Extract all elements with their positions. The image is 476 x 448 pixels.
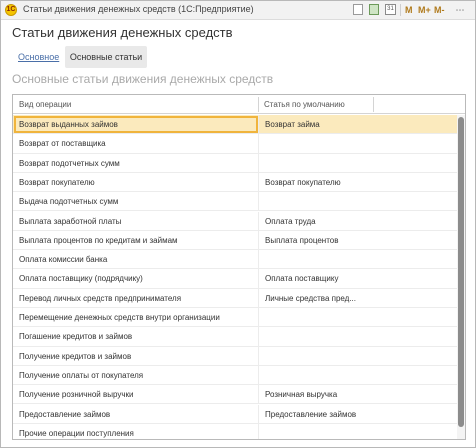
- table-row[interactable]: Предоставление займов Предоставление займ…: [13, 404, 457, 424]
- window-title: Статьи движения денежных средств (1С:Пре…: [23, 4, 254, 14]
- operation-cell[interactable]: Получение оплаты от покупателя: [13, 366, 258, 385]
- column-header-operation[interactable]: Вид операции: [13, 95, 258, 114]
- operation-cell[interactable]: Прочие операции поступления: [13, 424, 258, 439]
- article-cell[interactable]: [258, 250, 373, 270]
- operation-cell[interactable]: Перемещение денежных средств внутри орга…: [13, 308, 258, 327]
- table-row[interactable]: Погашение кредитов и займов: [13, 327, 457, 347]
- memory-minus-button[interactable]: M-: [434, 4, 445, 16]
- operation-cell[interactable]: Получение розничной выручки: [13, 385, 258, 404]
- operation-cell[interactable]: Возврат от поставщика: [13, 134, 258, 153]
- articles-table: Вид операции Статья по умолчанию Возврат…: [12, 94, 466, 440]
- calculator-icon[interactable]: [369, 4, 379, 15]
- article-cell[interactable]: [258, 134, 373, 154]
- article-cell[interactable]: [258, 423, 373, 439]
- table-body: Возврат выданных займов Возврат займа Возв…: [13, 115, 457, 439]
- tab-main-articles[interactable]: Основные статьи: [65, 46, 147, 68]
- operation-cell[interactable]: Перевод личных средств предпринимателя: [13, 289, 258, 308]
- table-row[interactable]: Получение кредитов и займов: [13, 346, 457, 366]
- vertical-scrollbar[interactable]: [457, 115, 465, 439]
- operation-cell[interactable]: Выплата заработной платы: [13, 212, 258, 231]
- more-menu-button[interactable]: ⋯: [453, 4, 467, 16]
- table-row[interactable]: Возврат выданных займов Возврат займа: [13, 115, 457, 135]
- table-row[interactable]: Оплата комиссии банка: [13, 250, 457, 270]
- operation-cell[interactable]: Получение кредитов и займов: [13, 347, 258, 366]
- table-row[interactable]: Возврат подотчетных сумм: [13, 153, 457, 173]
- article-cell[interactable]: [258, 153, 373, 173]
- article-cell[interactable]: Выплата процентов: [258, 230, 373, 250]
- operation-cell[interactable]: Погашение кредитов и займов: [13, 327, 258, 346]
- table-row[interactable]: Возврат покупателю Возврат покупателю: [13, 172, 457, 193]
- operation-cell[interactable]: Возврат выданных займов: [13, 115, 258, 134]
- group-title: Основные статьи движения денежных средст…: [12, 72, 274, 86]
- calendar-icon[interactable]: 31: [385, 4, 396, 15]
- article-cell[interactable]: Возврат покупателю: [258, 172, 373, 192]
- column-header-article[interactable]: Статья по умолчанию: [258, 95, 373, 114]
- article-cell[interactable]: [258, 192, 373, 212]
- table-row[interactable]: Выплата заработной платы Оплата труда: [13, 211, 457, 231]
- operation-cell[interactable]: Выдача подотчетных сумм: [13, 192, 258, 211]
- article-cell[interactable]: Розничная выручка: [258, 385, 373, 405]
- operation-cell[interactable]: Оплата поставщику (подрядчику): [13, 269, 258, 288]
- article-cell[interactable]: Оплата поставщику: [258, 269, 373, 289]
- article-cell[interactable]: [258, 365, 373, 385]
- document-icon[interactable]: [353, 4, 363, 15]
- operation-cell[interactable]: Предоставление займов: [13, 405, 258, 424]
- memory-plus-button[interactable]: M+: [418, 4, 431, 16]
- table-header: Вид операции Статья по умолчанию: [13, 95, 465, 114]
- article-cell[interactable]: [258, 346, 373, 366]
- app-window: 1C Статьи движения денежных средств (1С:…: [0, 0, 476, 448]
- table-row[interactable]: Выплата процентов по кредитам и займам Вы…: [13, 230, 457, 251]
- operation-cell[interactable]: Возврат покупателю: [13, 173, 258, 192]
- article-cell[interactable]: [258, 327, 373, 347]
- table-row[interactable]: Возврат от поставщика: [13, 134, 457, 154]
- memory-button[interactable]: M: [405, 4, 413, 16]
- article-cell[interactable]: Оплата труда: [258, 211, 373, 231]
- tab-main[interactable]: Основное: [18, 52, 59, 62]
- table-row[interactable]: Прочие операции поступления: [13, 423, 457, 439]
- operation-cell[interactable]: Выплата процентов по кредитам и займам: [13, 231, 258, 250]
- article-cell[interactable]: Возврат займа: [258, 115, 373, 134]
- title-bar: 1C Статьи движения денежных средств (1С:…: [1, 1, 475, 20]
- scrollbar-thumb[interactable]: [458, 117, 464, 427]
- article-cell[interactable]: [258, 308, 373, 327]
- table-row[interactable]: Получение оплаты от покупателя: [13, 365, 457, 386]
- form-title: Статьи движения денежных средств: [12, 25, 233, 40]
- article-cell[interactable]: Личные средства пред...: [258, 288, 373, 308]
- article-cell[interactable]: Предоставление займов: [258, 404, 373, 424]
- operation-cell[interactable]: Возврат подотчетных сумм: [13, 154, 258, 173]
- table-row[interactable]: Выдача подотчетных сумм: [13, 192, 457, 212]
- table-row[interactable]: Получение розничной выручки Розничная выр…: [13, 385, 457, 405]
- table-row[interactable]: Перемещение денежных средств внутри орга…: [13, 308, 457, 328]
- table-row[interactable]: Оплата поставщику (подрядчику) Оплата пос…: [13, 269, 457, 289]
- app-1c-icon: 1C: [5, 4, 17, 16]
- table-row[interactable]: Перевод личных средств предпринимателя Ли…: [13, 288, 457, 308]
- operation-cell[interactable]: Оплата комиссии банка: [13, 250, 258, 269]
